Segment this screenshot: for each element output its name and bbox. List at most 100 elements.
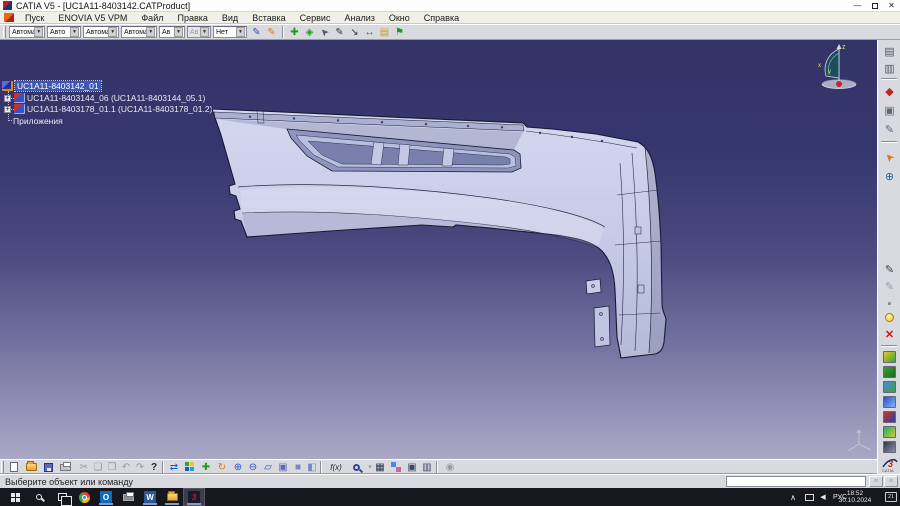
tile-window-icon[interactable]: ▤ <box>881 44 898 59</box>
pointer-arrow-icon[interactable]: ↘ <box>347 25 362 39</box>
toolbar-handle[interactable] <box>1 461 4 473</box>
menu-analyze[interactable]: Анализ <box>337 13 381 23</box>
clock[interactable]: 18:52 30.10.2024 <box>832 490 878 504</box>
probe-icon[interactable]: ✎ <box>332 25 347 39</box>
menu-file[interactable]: Файл <box>134 13 170 23</box>
check-icon[interactable] <box>883 381 896 393</box>
chevron-down-icon[interactable]: ▼ <box>174 27 183 37</box>
volume-icon[interactable]: ◀ <box>817 489 829 505</box>
menu-view[interactable]: Вид <box>215 13 245 23</box>
notification-center-icon[interactable]: 21 <box>885 492 897 502</box>
layer-combo[interactable]: Нет▼ <box>213 26 247 38</box>
expand-icon[interactable]: + <box>4 95 11 102</box>
new-window-icon[interactable]: ▥ <box>881 61 898 76</box>
capture-box-icon[interactable]: ▣ <box>404 460 420 474</box>
catalog-browser-icon[interactable] <box>883 426 896 438</box>
normal-view-icon[interactable]: ▱ <box>260 460 276 474</box>
restore-button[interactable] <box>866 0 883 12</box>
chevron-down-icon[interactable]: ▼ <box>70 27 79 37</box>
part-node-icon[interactable] <box>14 104 25 114</box>
start-menu-icon[interactable] <box>4 13 14 22</box>
viewport-3d[interactable]: UC1A11-8403142_01 + UC1A11-8403144_06 (U… <box>0 40 877 459</box>
zoom-in-icon[interactable]: ⊕ <box>230 460 246 474</box>
chevron-down-icon[interactable]: ▼ <box>236 27 245 37</box>
line-color-combo[interactable]: Автома▼ <box>83 26 119 38</box>
menu-enovia[interactable]: ENOVIA V5 VPM <box>51 13 134 23</box>
tree-child-node[interactable]: UC1A11-8403144_06 (UC1A11-8403144_05.1) <box>27 93 205 103</box>
tray-chevron-icon[interactable]: ∧ <box>786 489 800 505</box>
axis-line-icon[interactable]: ↔ <box>362 25 377 39</box>
reaction-icon[interactable] <box>883 396 896 408</box>
menu-start[interactable]: Пуск <box>18 13 51 23</box>
menu-edit[interactable]: Правка <box>170 13 214 23</box>
quick-views-icon[interactable] <box>182 460 198 474</box>
bumper-part-model[interactable] <box>190 95 690 395</box>
command-input[interactable] <box>726 476 866 487</box>
fill-color-combo[interactable]: Автома▼ <box>9 26 45 38</box>
view-compass[interactable]: z x y <box>813 40 865 94</box>
explorer-button[interactable] <box>162 489 182 505</box>
save-icon[interactable] <box>40 460 56 474</box>
iso-view-icon[interactable]: ▣ <box>275 460 291 474</box>
rules-icon[interactable] <box>883 366 896 378</box>
move-cross-icon[interactable]: ✚ <box>287 25 302 39</box>
tree-root-node[interactable]: UC1A11-8403142_01 <box>15 81 101 91</box>
help-pointer-icon[interactable]: ? <box>146 460 162 474</box>
new-file-icon[interactable] <box>6 460 22 474</box>
fit-all-icon[interactable]: ✚ <box>198 460 214 474</box>
task-view-button[interactable] <box>52 489 72 505</box>
menu-insert[interactable]: Вставка <box>245 13 292 23</box>
opacity-combo[interactable]: Авто▼ <box>47 26 81 38</box>
tools-palette-icon[interactable]: ▣ <box>881 103 898 118</box>
minimize-button[interactable]: — <box>849 0 866 12</box>
status-button-2[interactable]: ≡ <box>884 476 898 487</box>
chevron-down-icon[interactable]: ▼ <box>108 27 117 37</box>
toolbar-handle[interactable] <box>3 26 6 38</box>
tree-child-node[interactable]: UC1A11-8403178_01.1 (UC1A11-8403178_01.2… <box>27 104 212 114</box>
chevron-down-icon[interactable]: ▼ <box>146 27 155 37</box>
product-node-icon[interactable] <box>2 81 13 91</box>
catalog-icon[interactable]: ▤ <box>377 25 392 39</box>
split-view-icon[interactable]: ▥ <box>419 460 435 474</box>
word-button[interactable]: W <box>140 489 160 505</box>
thumbnail-grid-icon[interactable]: ▦ <box>372 460 388 474</box>
sketch-pencil-icon[interactable]: ✎ <box>881 262 898 277</box>
flag-icon[interactable]: ⚑ <box>392 25 407 39</box>
camera-icon[interactable]: ◉ <box>442 460 458 474</box>
fx-icon[interactable]: f(x) <box>325 460 347 474</box>
line-type-combo[interactable]: Ав▼ <box>159 26 185 38</box>
catia-taskbar-button[interactable]: 3 <box>184 489 204 505</box>
part-node-icon[interactable] <box>14 93 25 103</box>
knowledge-icon[interactable] <box>883 411 896 423</box>
small-dot-icon[interactable]: ▪ <box>881 296 898 311</box>
menu-tools[interactable]: Сервис <box>293 13 338 23</box>
tree-applications-node[interactable]: Приложения <box>13 116 63 126</box>
expand-icon[interactable]: + <box>4 106 11 113</box>
rotate-icon[interactable]: ↻ <box>214 460 230 474</box>
chevron-down-icon[interactable]: ▼ <box>34 27 43 37</box>
delete-x-icon[interactable]: ✕ <box>881 327 898 342</box>
open-folder-icon[interactable] <box>23 460 39 474</box>
compass-tool-icon[interactable]: ⊕ <box>881 169 898 184</box>
outlook-button[interactable]: O <box>96 489 116 505</box>
chrome-button[interactable] <box>74 489 94 505</box>
menu-help[interactable]: Справка <box>417 13 466 23</box>
menu-window[interactable]: Окно <box>382 13 417 23</box>
edges-view-icon[interactable]: ◧ <box>304 460 320 474</box>
grid-icon[interactable] <box>883 441 896 453</box>
network-icon[interactable] <box>802 489 816 505</box>
zoom-out-icon[interactable]: ⊖ <box>245 460 261 474</box>
formula-icon[interactable] <box>883 351 896 363</box>
fax-button[interactable] <box>118 489 138 505</box>
measure-tools-icon[interactable]: ✎ <box>881 122 898 137</box>
search-button[interactable] <box>29 489 49 505</box>
lightbulb-icon[interactable] <box>881 310 898 325</box>
product-structure-icon[interactable]: ◆ <box>881 84 898 99</box>
line-weight-combo[interactable]: Автома▼ <box>121 26 157 38</box>
print-icon[interactable] <box>57 460 73 474</box>
close-button[interactable]: ✕ <box>883 0 900 12</box>
fly-mode-icon[interactable]: ⇄ <box>166 460 182 474</box>
status-button-1[interactable]: ≡ <box>869 476 883 487</box>
select-arrow-icon[interactable]: ➤ <box>878 146 900 169</box>
start-button[interactable] <box>5 489 25 505</box>
